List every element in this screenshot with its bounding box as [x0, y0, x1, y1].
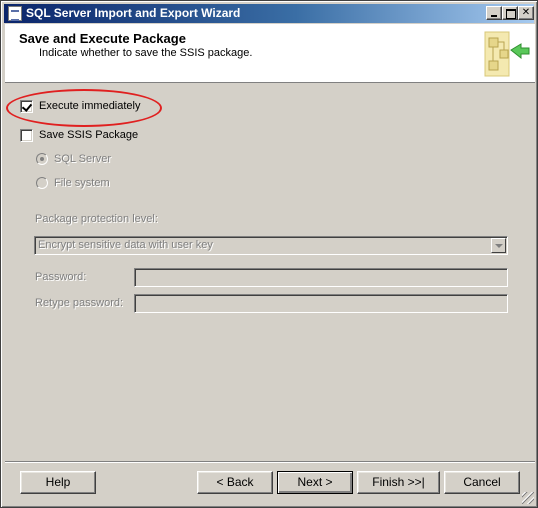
protection-level-value: Encrypt sensitive data with user key — [38, 239, 213, 251]
wizard-header: Save and Execute Package Indicate whethe… — [5, 24, 535, 83]
file-system-radio[interactable] — [36, 177, 48, 189]
resize-grip-icon[interactable] — [522, 492, 534, 504]
next-button[interactable]: Next > — [277, 471, 353, 494]
back-button[interactable]: < Back — [197, 471, 273, 494]
page-subtitle: Indicate whether to save the SSIS packag… — [39, 47, 253, 59]
execute-immediately-checkbox[interactable] — [20, 100, 33, 113]
maximize-button[interactable] — [502, 6, 518, 20]
close-button[interactable] — [518, 6, 534, 20]
file-system-label: File system — [54, 177, 110, 189]
cancel-button[interactable]: Cancel — [444, 471, 520, 494]
minimize-button[interactable] — [486, 6, 502, 20]
footer-divider — [5, 461, 535, 463]
page-title: Save and Execute Package — [19, 31, 186, 46]
sql-server-radio[interactable] — [36, 153, 48, 165]
protection-level-dropdown[interactable]: Encrypt sensitive data with user key — [34, 236, 508, 255]
retype-password-label: Retype password: — [35, 297, 124, 309]
save-ssis-package-label[interactable]: Save SSIS Package — [39, 129, 138, 141]
chevron-down-icon[interactable] — [491, 238, 506, 253]
password-label: Password: — [35, 271, 87, 283]
title-bar[interactable]: SQL Server Import and Export Wizard — [4, 4, 534, 23]
wizard-logo-icon — [484, 31, 530, 77]
protection-level-label: Package protection level: — [35, 213, 158, 225]
sql-server-label: SQL Server — [54, 153, 112, 165]
execute-immediately-label[interactable]: Execute immediately — [39, 100, 141, 112]
app-icon — [8, 6, 22, 21]
window-title: SQL Server Import and Export Wizard — [26, 6, 241, 20]
finish-button[interactable]: Finish >>| — [357, 471, 440, 494]
wizard-window: SQL Server Import and Export Wizard Save… — [0, 0, 538, 508]
password-field[interactable] — [134, 268, 508, 287]
retype-password-field[interactable] — [134, 294, 508, 313]
help-button[interactable]: Help — [20, 471, 96, 494]
save-ssis-package-checkbox[interactable] — [20, 129, 33, 142]
